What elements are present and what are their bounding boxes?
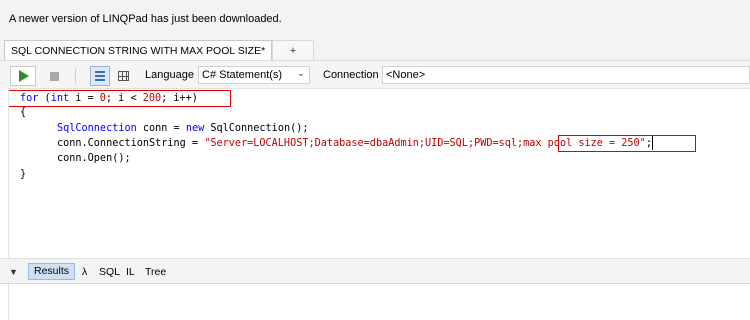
grid-results-icon[interactable]	[115, 66, 133, 86]
tab-il[interactable]: IL	[126, 266, 135, 278]
query-tab-active[interactable]: SQL CONNECTION STRING WITH MAX POOL SIZE…	[4, 40, 273, 60]
stop-icon[interactable]	[44, 66, 66, 86]
new-tab-button[interactable]: +	[272, 40, 314, 60]
update-notification-bar: A newer version of LINQPad has just been…	[0, 0, 750, 34]
code-editor[interactable]: for (int i = 0; i < 200; i++) { SqlConne…	[8, 88, 750, 258]
triangle-down-icon[interactable]: ▼	[9, 267, 18, 277]
results-pane	[8, 284, 750, 320]
code-token: conn =	[136, 123, 186, 134]
code-token: SqlConnection();	[204, 123, 309, 134]
query-toolbar: Language C# Statement(s) ⌄ Connection <N…	[0, 60, 750, 89]
update-notification-text: A newer version of LINQPad has just been…	[9, 13, 282, 25]
query-tab-bar: SQL CONNECTION STRING WITH MAX POOL SIZE…	[0, 34, 750, 60]
string-literal: "Server=LOCALHOST;Database=dbaAdmin;UID=…	[204, 138, 524, 149]
connection-dropdown[interactable]: <None>	[382, 66, 750, 84]
code-line-3: SqlConnection conn = new SqlConnection()…	[57, 122, 309, 136]
keyword-new: new	[185, 123, 205, 134]
tab-tree[interactable]: Tree	[145, 266, 166, 278]
code-line-5: conn.Open();	[57, 153, 131, 164]
play-icon[interactable]	[10, 66, 36, 86]
language-label: Language	[145, 69, 194, 81]
code-token: conn.ConnectionString =	[57, 138, 205, 149]
code-line-2: {	[20, 107, 27, 118]
text-caret	[652, 136, 653, 150]
tab-lambda[interactable]: λ	[82, 266, 87, 278]
connection-label: Connection	[323, 69, 379, 81]
language-dropdown[interactable]: C# Statement(s) ⌄	[198, 66, 310, 84]
toolbar-divider	[75, 68, 76, 84]
tab-sql[interactable]: SQL	[99, 266, 120, 278]
highlight-box-for-loop	[9, 90, 231, 107]
tab-results[interactable]: Results	[28, 263, 76, 280]
code-line-6: }	[20, 169, 27, 180]
language-value: C# Statement(s)	[202, 69, 283, 81]
rich-text-results-icon[interactable]	[90, 66, 110, 86]
connection-value: <None>	[386, 69, 426, 81]
type-sqlconnection: SqlConnection	[57, 123, 137, 134]
chevron-down-icon: ⌄	[296, 68, 305, 79]
results-tab-bar: ▼ Results λ SQL IL Tree	[0, 258, 750, 284]
highlight-box-max-pool-size	[558, 135, 696, 152]
